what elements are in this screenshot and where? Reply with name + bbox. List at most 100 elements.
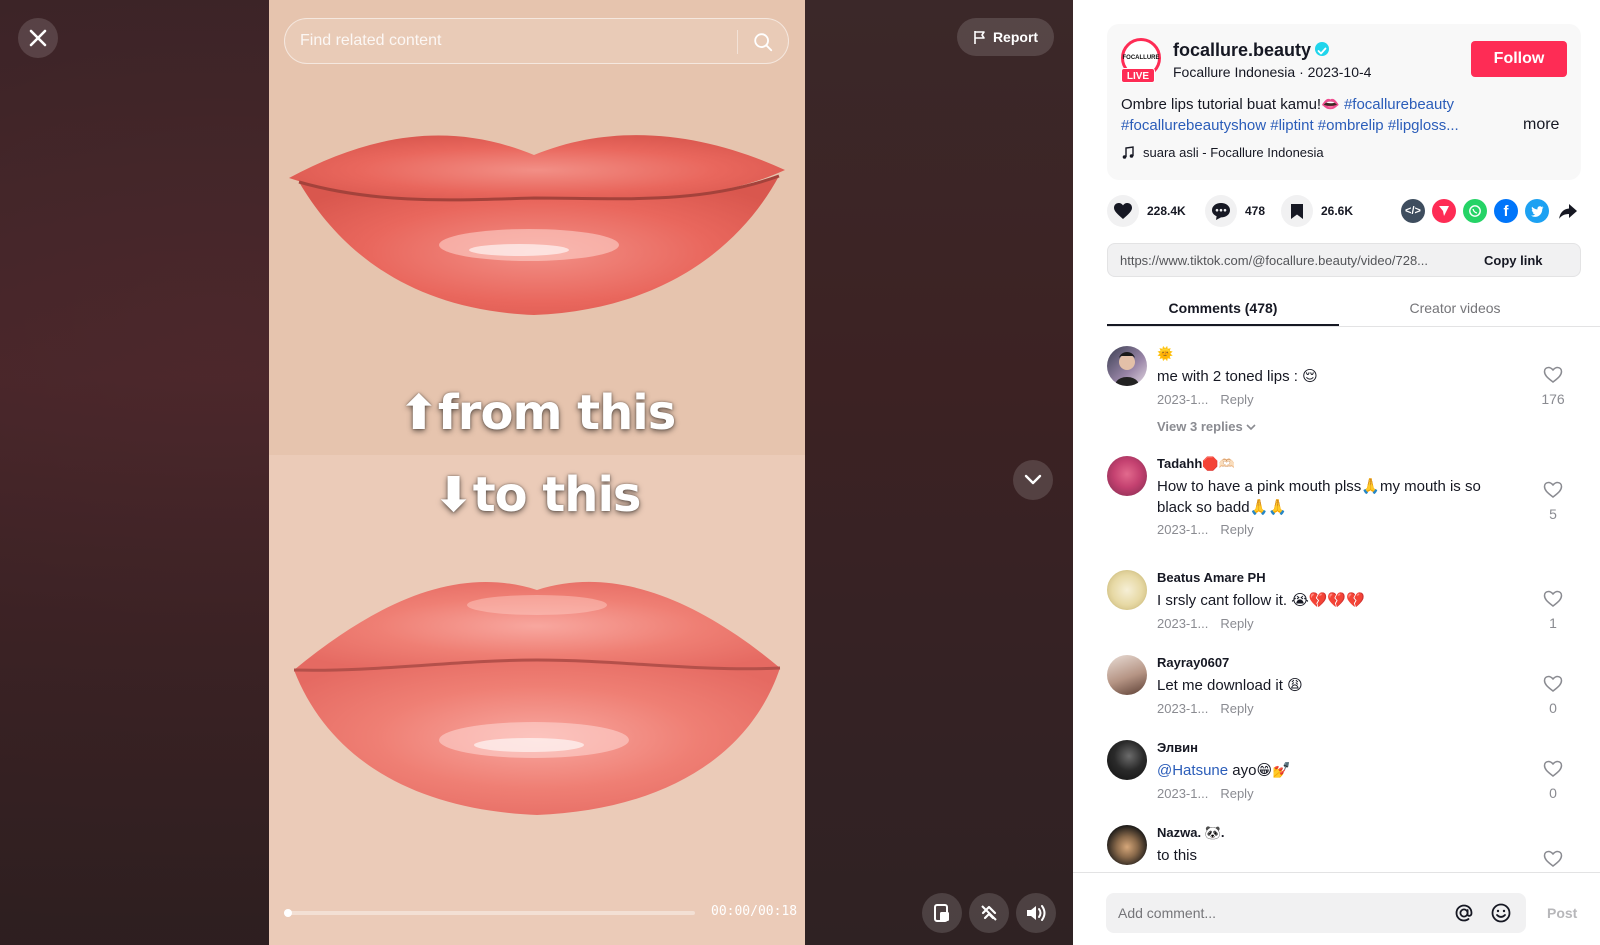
emoji-icon[interactable] <box>1490 902 1512 924</box>
video-progress-bar[interactable] <box>284 909 695 917</box>
follow-button[interactable]: Follow <box>1471 41 1567 77</box>
comment-text-body: ayo😁💅 <box>1228 762 1291 779</box>
music-title: suara asli - Focallure Indonesia <box>1143 145 1324 160</box>
commenter-name[interactable]: Tadahh🛑🫶🏻 <box>1157 456 1235 472</box>
lips-image-bottom <box>293 581 781 815</box>
close-icon <box>29 29 47 47</box>
progress-knob[interactable] <box>284 909 292 917</box>
search-input[interactable] <box>300 19 720 63</box>
save-button[interactable]: 26.6K <box>1281 195 1353 227</box>
heart-outline-icon <box>1543 760 1563 777</box>
search-divider <box>737 30 738 54</box>
panel-tabs: Comments (478) Creator videos <box>1107 290 1600 327</box>
view-replies-button[interactable]: View 3 replies <box>1157 419 1256 434</box>
hashtag-links[interactable]: #focallurebeautyshow #liptint #ombrelip … <box>1121 117 1459 134</box>
share-link-url[interactable]: https://www.tiktok.com/@focallure.beauty… <box>1120 253 1470 268</box>
facebook-icon[interactable]: f <box>1494 199 1518 223</box>
embed-icon[interactable]: </> <box>1401 199 1425 223</box>
commenter-avatar[interactable] <box>1107 740 1147 780</box>
mini-player-button[interactable] <box>922 893 962 933</box>
author-username[interactable]: focallure.beauty <box>1173 40 1311 60</box>
reply-button[interactable]: Reply <box>1220 522 1253 537</box>
copy-link-button[interactable]: Copy link <box>1484 253 1543 268</box>
share-arrow-icon[interactable] <box>1556 199 1580 223</box>
music-link[interactable]: suara asli - Focallure Indonesia <box>1121 145 1324 160</box>
post-comment-button[interactable]: Post <box>1547 905 1577 921</box>
search-icon[interactable] <box>752 31 774 53</box>
details-panel: FOCALLURE LIVE focallure.beauty Focallur… <box>1073 0 1600 945</box>
video-player[interactable]: ⬆from this ⬇to this <box>269 0 805 945</box>
report-label: Report <box>992 29 1039 45</box>
comment-like-button[interactable] <box>1541 850 1565 870</box>
author-nickname-date: Focallure Indonesia · 2023-10-4 <box>1173 64 1372 80</box>
like-button[interactable]: 228.4K <box>1107 195 1186 227</box>
like-count: 228.4K <box>1147 204 1186 218</box>
comment-date: 2023-1... <box>1157 616 1209 631</box>
reply-button[interactable]: Reply <box>1220 786 1253 801</box>
auto-scroll-button[interactable] <box>969 893 1009 933</box>
close-button[interactable] <box>18 18 58 58</box>
video-time: 00:00/00:18 <box>711 904 798 919</box>
comment-input[interactable] <box>1118 893 1438 933</box>
volume-button[interactable] <box>1016 893 1056 933</box>
report-button[interactable]: Report <box>957 18 1054 56</box>
verified-icon <box>1315 42 1330 57</box>
commenter-avatar[interactable] <box>1107 346 1147 386</box>
commenter-name[interactable]: 🌞 <box>1157 346 1173 362</box>
commenter-avatar[interactable] <box>1107 825 1147 865</box>
comment-like-count: 0 <box>1549 700 1557 716</box>
comment-like-button[interactable]: 0 <box>1541 760 1565 801</box>
hashtag-link[interactable]: #focallurebeauty <box>1344 96 1454 113</box>
reply-button[interactable]: Reply <box>1220 616 1253 631</box>
comment-meta: 2023-1... Reply <box>1157 522 1254 537</box>
commenter-name[interactable]: Nazwa. 🐼. <box>1157 825 1224 841</box>
flag-icon <box>974 30 985 44</box>
commenter-name[interactable]: Rayray0607 <box>1157 655 1229 670</box>
save-count: 26.6K <box>1321 204 1354 218</box>
commenter-avatar[interactable] <box>1107 655 1147 695</box>
mention-at-icon[interactable] <box>1453 902 1475 924</box>
comment-item: Элвин @Hatsune ayo😁💅 2023-1... Reply 0 <box>1107 740 1567 810</box>
chevron-down-icon <box>1246 424 1256 431</box>
tab-comments[interactable]: Comments (478) <box>1107 290 1339 326</box>
send-icon[interactable] <box>1432 199 1456 223</box>
commenter-avatar[interactable] <box>1107 456 1147 496</box>
comment-date: 2023-1... <box>1157 786 1209 801</box>
avatar-logo-text: FOCALLURE <box>1122 55 1160 61</box>
mention-link[interactable]: @Hatsune <box>1157 762 1228 779</box>
twitter-icon[interactable] <box>1525 199 1549 223</box>
heart-outline-icon <box>1543 850 1563 867</box>
lips-image-top <box>289 135 785 315</box>
comment-date: 2023-1... <box>1157 701 1209 716</box>
reply-button[interactable]: Reply <box>1220 392 1253 407</box>
heart-icon <box>1107 195 1139 227</box>
author-username-row[interactable]: focallure.beauty <box>1173 40 1330 61</box>
comment-item: Beatus Amare PH I srsly cant follow it. … <box>1107 570 1567 640</box>
comment-like-button[interactable]: 5 <box>1541 481 1565 522</box>
commenter-name[interactable]: Beatus Amare PH <box>1157 570 1266 585</box>
comment-like-count: 1 <box>1549 615 1557 631</box>
heart-outline-icon <box>1543 675 1563 692</box>
view-replies-label: View 3 replies <box>1157 419 1243 434</box>
comment-like-button[interactable]: 1 <box>1541 590 1565 631</box>
comment-item: Nazwa. 🐼. to this <box>1107 825 1567 870</box>
commenter-avatar[interactable] <box>1107 570 1147 610</box>
more-button[interactable]: more <box>1523 116 1559 134</box>
comment-like-button[interactable]: 0 <box>1541 675 1565 716</box>
comment-input-box[interactable] <box>1106 893 1526 933</box>
video-frame-top: ⬆from this <box>269 0 805 455</box>
comment-like-button[interactable]: 176 <box>1541 366 1565 407</box>
comment-item: 🌞 me with 2 toned lips : 😌 2023-1... Repl… <box>1107 346 1567 446</box>
tab-creator-videos[interactable]: Creator videos <box>1339 290 1571 326</box>
auto-scroll-icon <box>981 905 997 921</box>
related-search-bar[interactable] <box>284 18 789 64</box>
reply-button[interactable]: Reply <box>1220 701 1253 716</box>
next-video-button[interactable] <box>1013 460 1053 500</box>
whatsapp-icon[interactable] <box>1463 199 1487 223</box>
comment-meta: 2023-1... Reply <box>1157 616 1254 631</box>
comment-button[interactable]: 478 <box>1205 195 1265 227</box>
commenter-name[interactable]: Элвин <box>1157 740 1198 755</box>
caption-bottom: ⬇to this <box>433 467 642 523</box>
comment-icon <box>1205 195 1237 227</box>
chevron-down-icon <box>1024 474 1042 485</box>
